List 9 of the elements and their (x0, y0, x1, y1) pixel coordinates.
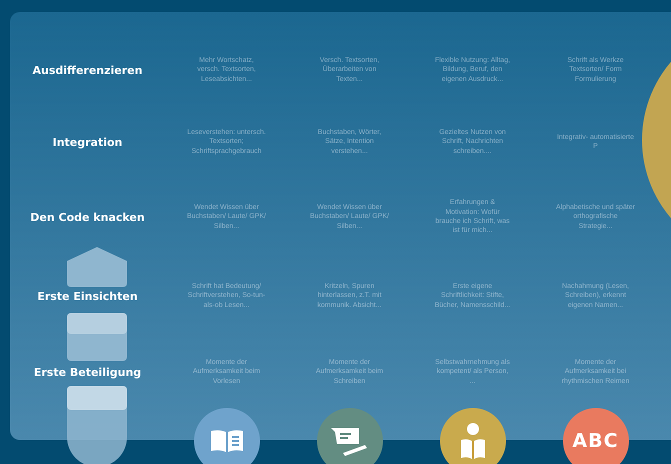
stage-label: Integration (52, 134, 124, 150)
stage-label: Ausdifferenzieren (32, 62, 144, 78)
stage-label: Erste Beteiligung (32, 364, 142, 380)
note-and-pen-icon (330, 426, 368, 456)
open-book-icon (210, 429, 244, 453)
person-reading-icon (458, 422, 486, 460)
stage-label: Erste Einsichten (36, 288, 139, 304)
stage-label: Den Code knacken (29, 210, 146, 226)
abc-text: ABC (572, 430, 619, 452)
